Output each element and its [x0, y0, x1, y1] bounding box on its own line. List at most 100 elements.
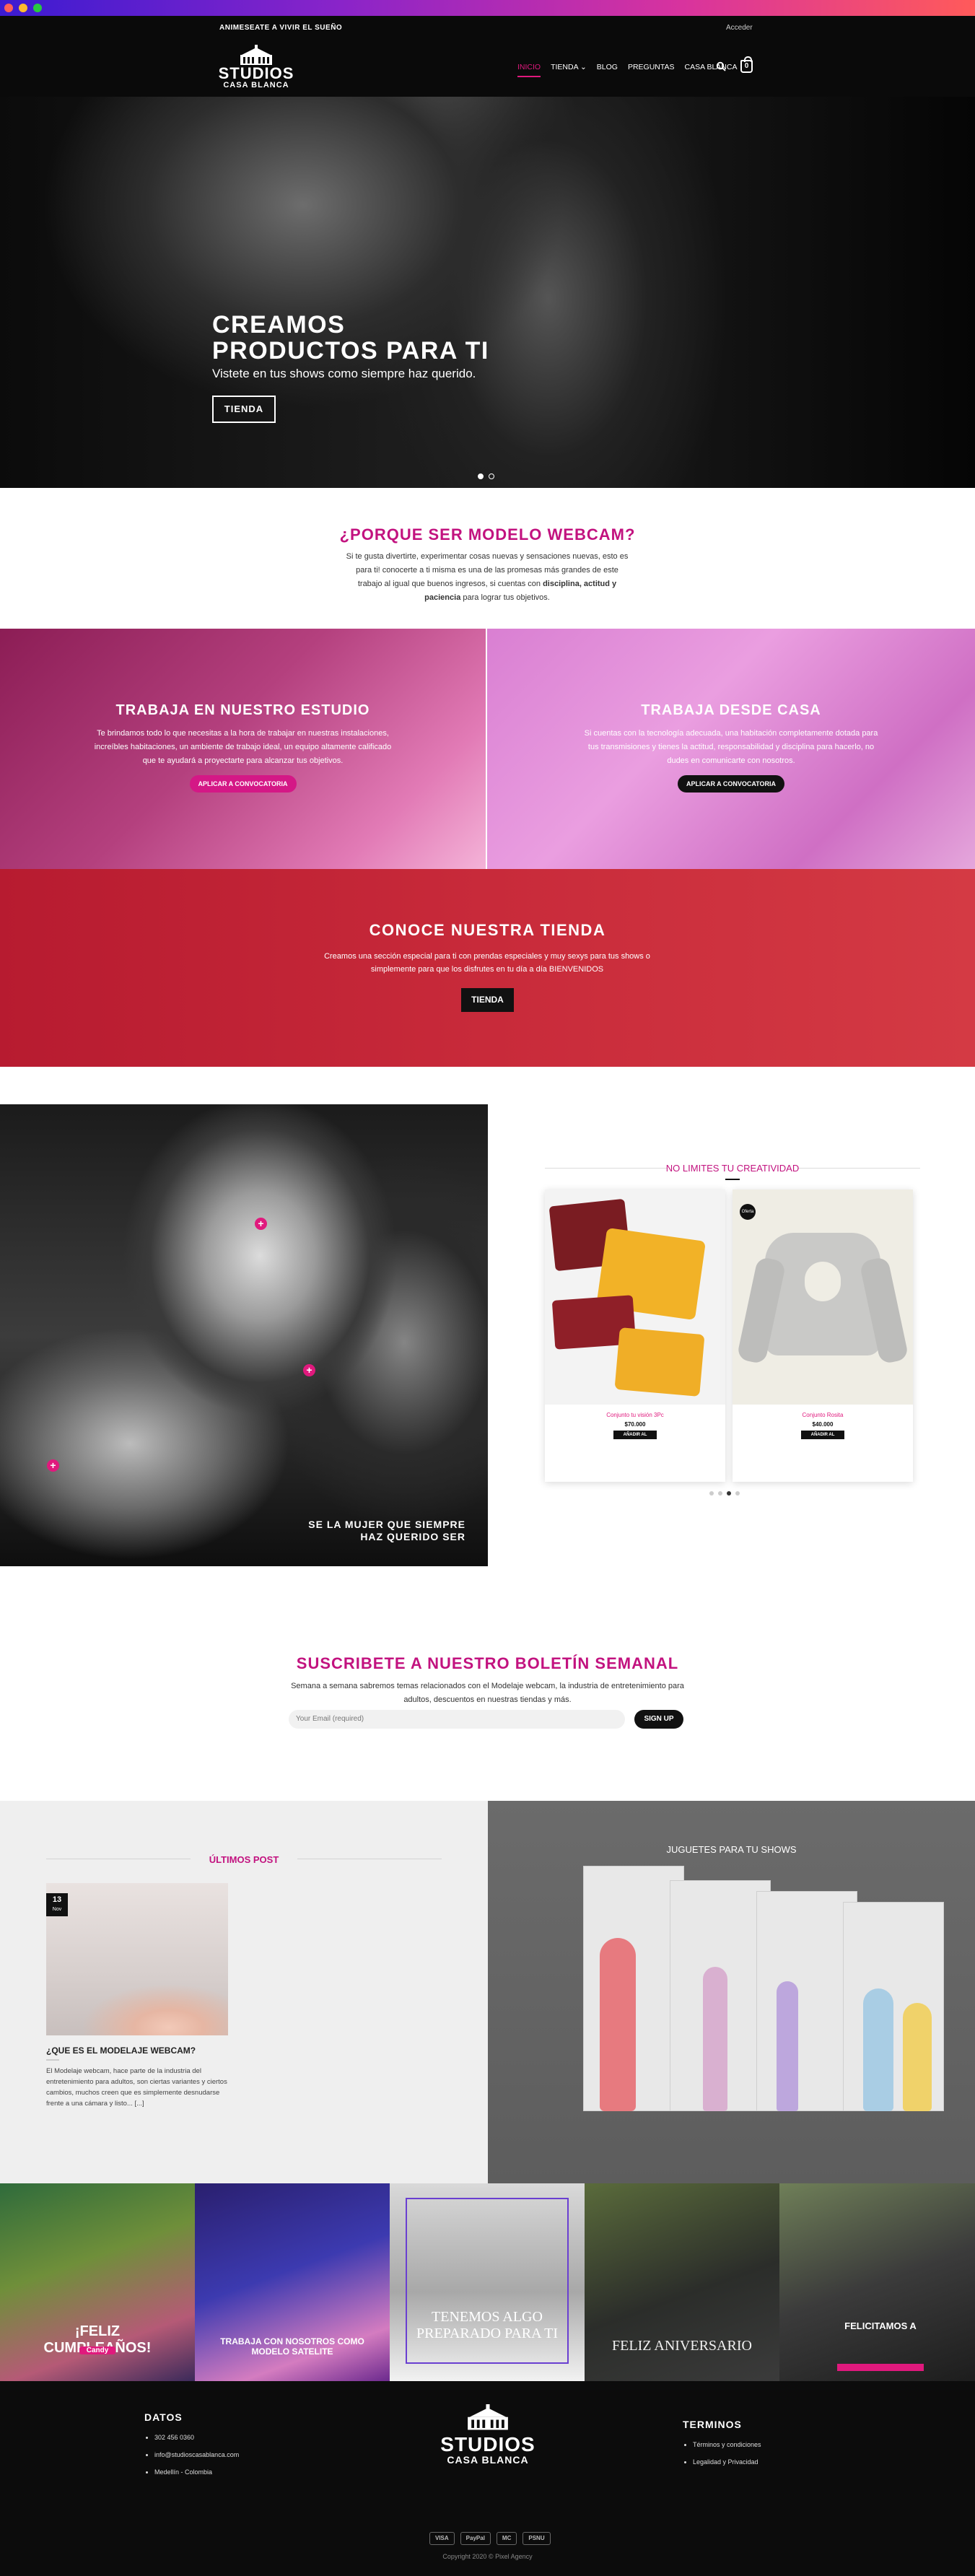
products-header: NO LIMITES TU CREATIVIDAD: [545, 1163, 920, 1184]
toy-lilac: [777, 1981, 798, 2111]
privacy-link[interactable]: Legalidad y Privacidad: [693, 2453, 761, 2471]
product-name[interactable]: Conjunto tu visión 3Pc: [545, 1412, 725, 1418]
email-field[interactable]: Your Email (required): [289, 1710, 625, 1729]
blog-title: ÚLTIMOS POST: [209, 1854, 279, 1865]
carousel-dot[interactable]: [727, 1491, 731, 1496]
add-to-cart-button[interactable]: AÑADIR AL CARRITO: [801, 1431, 844, 1446]
product-card[interactable]: Conjunto tu visión 3Pc $70.000 AÑADIR AL…: [545, 1189, 725, 1482]
post-title[interactable]: ¿QUE ES EL MODELAJE WEBCAM?: [46, 2045, 196, 2056]
post-image[interactable]: [46, 1883, 228, 2035]
image-caption: SE LA MUJER QUE SIEMPRE HAZ QUERIDO SER: [308, 1519, 465, 1542]
visa-icon: VISA: [429, 2532, 455, 2545]
email-item[interactable]: info@studioscasablanca.com: [154, 2446, 239, 2463]
store-button[interactable]: TIENDA: [461, 988, 514, 1012]
newsletter-section: SUSCRIBETE A NUESTRO BOLETÍN SEMANAL Sem…: [0, 1566, 975, 1801]
cart-icon[interactable]: 0: [740, 56, 753, 73]
slider-dot[interactable]: [489, 473, 494, 479]
nav-item-inicio[interactable]: INICIO: [517, 63, 541, 77]
browser-chrome: [0, 0, 975, 16]
nav-item-tienda[interactable]: TIENDA ⌄: [551, 63, 587, 77]
minimize-window-icon[interactable]: [19, 4, 27, 12]
paypal-icon: PayPal: [460, 2532, 491, 2545]
psnu-icon: PSNU: [523, 2532, 551, 2545]
studio-panel: TRABAJA EN NUESTRO ESTUDIO Te brindamos …: [0, 629, 486, 869]
instagram-post[interactable]: TRABAJA CON NOSOTROS COMO MODELO SATELIT…: [195, 2183, 390, 2381]
post-day: 13: [52, 1895, 62, 1904]
nav-item-preguntas[interactable]: PREGUNTAS: [628, 63, 675, 77]
toys-title: JUGUETES PARA TU SHOWS: [666, 1844, 797, 1855]
hero-title: CREAMOS PRODUCTOS PARA TI: [212, 311, 489, 364]
product-image[interactable]: [545, 1189, 725, 1405]
house-logo-icon: [468, 2404, 508, 2430]
instagram-post[interactable]: FELIZ ANIVERSARIO: [585, 2183, 779, 2381]
store-text: Creamos una sección especial para ti con…: [324, 952, 650, 974]
copyright: Copyright 2020 © Pixel Agency: [442, 2553, 533, 2560]
hero-slider: CREAMOS PRODUCTOS PARA TI Vistete en tus…: [0, 97, 975, 488]
feature-section: + + + SE LA MUJER QUE SIEMPRE HAZ QUERID…: [0, 1067, 975, 1566]
toy-red: [600, 1938, 636, 2111]
instagram-post[interactable]: ¡FELIZ CUMPLEAÑOS! Candy: [0, 2183, 195, 2381]
main-nav: INICIO TIENDA ⌄ BLOG PREGUNTAS CASA BLAN…: [517, 63, 737, 77]
post-caption: FELIZ ANIVERSARIO: [612, 2338, 752, 2354]
instagram-post[interactable]: FELICITAMOS A: [779, 2183, 975, 2381]
phone-item[interactable]: 302 456 0360: [154, 2429, 239, 2446]
house-logo-icon: [240, 45, 272, 65]
blog-column: ÚLTIMOS POST 13 Nov ¿QUE ES EL MODELAJE …: [0, 1801, 488, 2183]
apply-button[interactable]: APLICAR A CONVOCATORIA: [189, 775, 297, 793]
store-section: CONOCE NUESTRA TIENDA Creamos una secció…: [0, 869, 975, 1067]
close-window-icon[interactable]: [4, 4, 13, 12]
nav-item-casa-blanca[interactable]: CASA BLANCA: [685, 63, 738, 77]
payment-icons: VISA PayPal MC PSNU: [429, 2532, 551, 2545]
product-card[interactable]: Oferta Conjunto Rosita $40.000 AÑADIR AL…: [733, 1189, 913, 1482]
mastercard-icon: MC: [496, 2532, 517, 2545]
toys-banner[interactable]: JUGUETES PARA TU SHOWS: [488, 1801, 975, 2183]
search-icon[interactable]: [716, 61, 726, 75]
why-title: ¿PORQUE SER MODELO WEBCAM?: [339, 525, 636, 543]
slider-dot[interactable]: [478, 473, 484, 479]
apply-button[interactable]: APLICAR A CONVOCATORIA: [677, 775, 785, 793]
site-logo[interactable]: STUDIOS CASA BLANCA: [217, 45, 296, 92]
panel-text: Si cuentas con la tecnología adecuada, u…: [584, 729, 878, 765]
hotspot-plus-icon[interactable]: +: [47, 1459, 59, 1472]
carousel-dot[interactable]: [709, 1491, 714, 1496]
terms-list: Términos y condiciones Legalidad y Priva…: [683, 2436, 761, 2471]
site-header: STUDIOS CASA BLANCA INICIO TIENDA ⌄ BLOG…: [0, 39, 975, 97]
hotspot-plus-icon[interactable]: +: [255, 1218, 267, 1230]
why-text-end: para lograr tus objetivos.: [460, 593, 550, 602]
product-image[interactable]: [733, 1189, 913, 1405]
hero-shop-button[interactable]: TIENDA: [212, 396, 276, 423]
footer-data-title: DATOS: [144, 2411, 183, 2423]
newsletter-title: SUSCRIBETE A NUESTRO BOLETÍN SEMANAL: [296, 1654, 679, 1672]
logo-text: STUDIOS: [218, 64, 294, 82]
top-bar: ANIMESEATE A VIVIR EL SUEÑO Acceder: [0, 16, 975, 39]
login-link[interactable]: Acceder: [726, 24, 753, 32]
terms-link[interactable]: Términos y condiciones: [693, 2436, 761, 2453]
add-to-cart-button[interactable]: AÑADIR AL CARRITO: [613, 1431, 657, 1446]
instagram-feed: ¡FELIZ CUMPLEAÑOS! Candy TRABAJA CON NOS…: [0, 2183, 975, 2381]
promo-text: ANIMESEATE A VIVIR EL SUEÑO: [219, 24, 343, 32]
carousel-dot[interactable]: [735, 1491, 740, 1496]
title-underline: [725, 1179, 740, 1180]
footer-terms-title: TERMINOS: [683, 2419, 742, 2430]
sale-badge: Oferta: [740, 1204, 756, 1220]
toy-pink: [703, 1967, 727, 2111]
maximize-window-icon[interactable]: [33, 4, 42, 12]
sign-up-button[interactable]: SIGN UP: [634, 1710, 683, 1729]
product-name[interactable]: Conjunto Rosita: [733, 1412, 913, 1418]
hero-subtitle: Vistete en tus shows como siempre haz qu…: [212, 367, 476, 380]
post-month: Nov: [52, 1907, 62, 1912]
nav-item-tienda-label: TIENDA: [551, 63, 579, 71]
instagram-post[interactable]: TENEMOS ALGO PREPARADO PARA TI: [390, 2183, 585, 2381]
footer-logo[interactable]: STUDIOS CASA BLANCA: [437, 2404, 538, 2466]
post-name-tag: Candy: [79, 2346, 115, 2354]
why-text: Si te gusta divertirte, experimentar cos…: [343, 550, 631, 605]
nav-item-blog[interactable]: BLOG: [597, 63, 618, 77]
newsletter-text: Semana a semana sabremos temas relaciona…: [291, 1682, 684, 1704]
carousel-dot[interactable]: [718, 1491, 722, 1496]
blog-toys-section: ÚLTIMOS POST 13 Nov ¿QUE ES EL MODELAJE …: [0, 1801, 975, 2183]
home-panel: TRABAJA DESDE CASA Si cuentas con la tec…: [487, 629, 975, 869]
products-title: NO LIMITES TU CREATIVIDAD: [665, 1163, 800, 1174]
hotspot-plus-icon[interactable]: +: [303, 1364, 315, 1376]
toy-blue: [863, 1988, 893, 2111]
logo-text: STUDIOS: [440, 2433, 535, 2455]
